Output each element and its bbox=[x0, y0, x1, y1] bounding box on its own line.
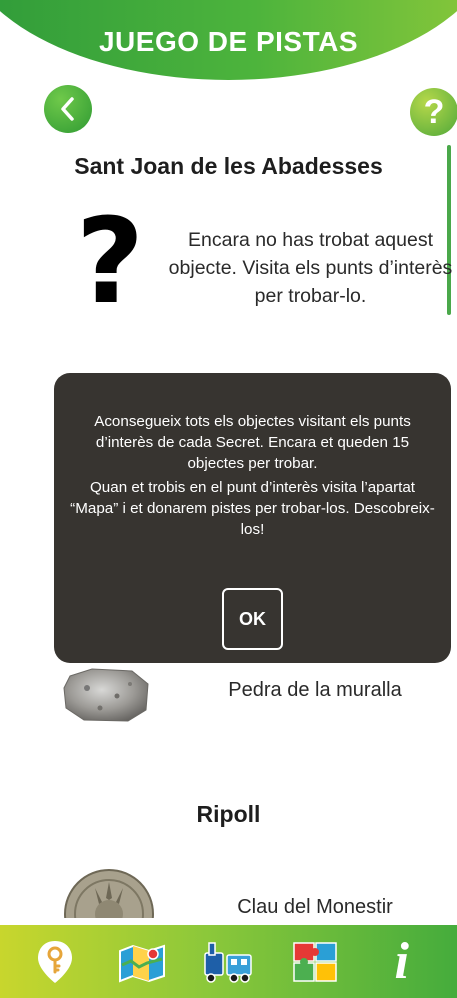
unfound-object-description: Encara no has trobat aquest objecte. Vis… bbox=[168, 229, 453, 307]
train-icon bbox=[204, 941, 253, 983]
stone-wall-image[interactable] bbox=[62, 666, 152, 724]
page-title: JUEGO DE PISTAS bbox=[98, 26, 359, 57]
object-label[interactable]: Pedra de la muralla bbox=[200, 679, 430, 702]
ok-button[interactable]: OK bbox=[222, 588, 283, 650]
nav-location-key[interactable] bbox=[28, 935, 82, 989]
back-button[interactable] bbox=[44, 85, 92, 133]
nav-info[interactable]: i bbox=[375, 935, 429, 989]
question-mark-icon: ? bbox=[423, 93, 445, 131]
nav-map[interactable] bbox=[115, 935, 169, 989]
dialog-message: Aconsegueix tots els objectes visitant e… bbox=[94, 413, 411, 472]
nav-puzzle[interactable] bbox=[288, 935, 342, 989]
section-title: Sant Joan de les Abadesses bbox=[74, 153, 383, 179]
bottom-nav: i bbox=[0, 925, 457, 998]
info-dialog: Aconsegueix tots els objectes visitant e… bbox=[54, 373, 451, 663]
map-icon bbox=[118, 944, 165, 982]
section-title: Ripoll bbox=[196, 801, 261, 827]
medallion-image[interactable] bbox=[62, 868, 157, 918]
unknown-object-icon: ? bbox=[75, 192, 145, 330]
chevron-left-icon bbox=[61, 97, 74, 121]
header-bar: JUEGO DE PISTAS bbox=[0, 0, 457, 80]
info-icon: i bbox=[394, 932, 409, 990]
help-button[interactable]: ? bbox=[410, 88, 457, 136]
location-key-icon bbox=[38, 940, 73, 983]
puzzle-icon bbox=[293, 941, 337, 982]
dialog-instructions: Quan et trobis en el punt d’interès visi… bbox=[70, 479, 435, 538]
nav-train[interactable] bbox=[201, 935, 255, 989]
object-label[interactable]: Clau del Monestir bbox=[200, 896, 430, 919]
